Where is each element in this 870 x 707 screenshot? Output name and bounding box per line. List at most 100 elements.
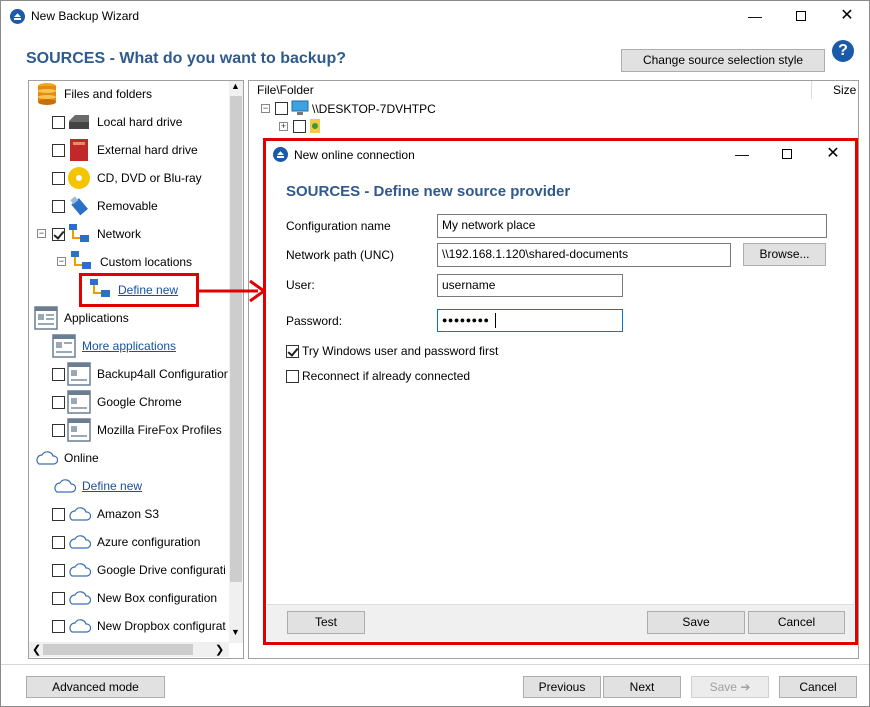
scroll-right-icon[interactable]: ❯	[215, 643, 224, 656]
app-firefox-icon	[67, 418, 91, 442]
computer-icon	[291, 100, 309, 115]
column-size[interactable]: Size	[833, 83, 856, 97]
footer-cancel-button[interactable]: Cancel	[779, 676, 857, 698]
config-name-input[interactable]: My network place	[437, 214, 827, 238]
expand-child[interactable]: +	[279, 122, 288, 131]
network-icon	[69, 224, 89, 242]
checkbox-s3[interactable]	[52, 508, 65, 521]
tree-chrome[interactable]: Google Chrome	[97, 395, 182, 409]
tree-azure[interactable]: Azure configuration	[97, 535, 200, 549]
network-path-input[interactable]: \\192.168.1.120\shared-documents	[437, 243, 731, 267]
root-computer[interactable]: \\DESKTOP-7DVHTPC	[312, 102, 436, 116]
maximize-icon[interactable]	[786, 6, 816, 26]
pointer-arrow-icon	[198, 279, 267, 303]
checkbox-external[interactable]	[52, 144, 65, 157]
checkbox-network[interactable]	[52, 228, 65, 241]
change-style-button[interactable]: Change source selection style	[621, 49, 825, 72]
dialog-minimize-icon[interactable]: —	[727, 144, 757, 164]
more-applications-icon	[52, 334, 76, 358]
tree-horizontal-thumb[interactable]	[43, 644, 193, 655]
password-label: Password:	[286, 314, 343, 328]
tree-custom-locations[interactable]: Custom locations	[100, 255, 192, 269]
checkbox-gdrive[interactable]	[52, 564, 65, 577]
scroll-up-icon[interactable]: ▲	[231, 81, 240, 91]
dialog-maximize-icon[interactable]	[772, 144, 802, 164]
tree-external[interactable]: External hard drive	[97, 143, 198, 157]
dialog-heading: SOURCES - Define new source provider	[286, 183, 571, 200]
tree-dropbox[interactable]: New Dropbox configurat	[97, 619, 226, 633]
user-folder-icon	[310, 119, 320, 133]
cloud-dropbox-icon	[69, 619, 91, 633]
tree-gdrive[interactable]: Google Drive configurati	[97, 563, 226, 577]
collapse-root[interactable]: −	[261, 104, 270, 113]
tree-box[interactable]: New Box configuration	[97, 591, 217, 605]
network-path-label: Network path (UNC)	[286, 248, 395, 262]
cloud-gdrive-icon	[69, 563, 91, 577]
checkbox-dropbox[interactable]	[52, 620, 65, 633]
checkbox-box[interactable]	[52, 592, 65, 605]
minimize-icon[interactable]: —	[740, 6, 770, 26]
footer-save-label: Save	[709, 680, 737, 694]
dialog-save-button[interactable]: Save	[647, 611, 745, 634]
advanced-mode-button[interactable]: Advanced mode	[26, 676, 165, 698]
checkbox-local[interactable]	[52, 116, 65, 129]
checkbox-backup4all[interactable]	[52, 368, 65, 381]
app-icon	[10, 9, 25, 24]
app-chrome-icon	[67, 390, 91, 414]
tree-backup4all[interactable]: Backup4all Configuration	[97, 367, 228, 381]
tree-s3[interactable]: Amazon S3	[97, 507, 159, 521]
close-icon[interactable]: ✕	[832, 6, 862, 26]
tree-firefox[interactable]: Mozilla FireFox Profiles	[97, 423, 222, 437]
cloud-box-icon	[69, 591, 91, 605]
checkbox-firefox[interactable]	[52, 424, 65, 437]
cloud-s3-icon	[69, 507, 91, 521]
user-label: User:	[286, 278, 315, 292]
collapse-custom[interactable]: −	[57, 257, 66, 266]
window-title: New Backup Wizard	[31, 9, 140, 23]
column-file-folder[interactable]: File\Folder	[257, 83, 314, 97]
tree-files-group: Files and folders	[64, 87, 153, 101]
help-icon[interactable]: ?	[832, 40, 854, 62]
next-button[interactable]: Next	[603, 676, 681, 698]
checkbox-cd[interactable]	[52, 172, 65, 185]
browse-button[interactable]: Browse...	[743, 243, 826, 266]
checkbox-removable[interactable]	[52, 200, 65, 213]
define-new-highlight	[79, 273, 199, 307]
scroll-left-icon[interactable]: ❮	[32, 643, 41, 656]
checkbox-child[interactable]	[293, 120, 306, 133]
previous-button[interactable]: Previous	[523, 676, 601, 698]
main-window: New Backup Wizard — ✕ SOURCES - What do …	[0, 0, 870, 707]
tree-removable[interactable]: Removable	[97, 199, 158, 213]
reconnect-label[interactable]: Reconnect if already connected	[302, 369, 470, 383]
database-icon	[38, 83, 56, 105]
text-caret	[495, 313, 496, 328]
checkbox-root[interactable]	[275, 102, 288, 115]
cloud-add-icon	[54, 479, 76, 493]
tree-network[interactable]: Network	[97, 227, 141, 241]
external-drive-icon	[70, 139, 88, 161]
disc-icon	[68, 167, 90, 189]
usb-icon	[70, 196, 88, 216]
tree-local[interactable]: Local hard drive	[97, 115, 182, 129]
dialog-cancel-button[interactable]: Cancel	[748, 611, 845, 634]
define-new-online-link[interactable]: Define new	[82, 479, 142, 493]
tree-vertical-thumb[interactable]	[230, 96, 242, 582]
dialog-close-icon[interactable]: ✕	[818, 144, 848, 164]
test-button[interactable]: Test	[287, 611, 365, 634]
scroll-down-icon[interactable]: ▼	[231, 627, 240, 637]
user-input[interactable]: username	[437, 274, 623, 297]
reconnect-checkbox[interactable]	[286, 370, 299, 383]
more-applications-link[interactable]: More applications	[82, 339, 176, 353]
footer-divider	[1, 664, 869, 665]
password-input[interactable]: ●●●●●●●●	[437, 309, 623, 332]
try-windows-checkbox[interactable]	[286, 345, 299, 358]
checkbox-chrome[interactable]	[52, 396, 65, 409]
tree-cd[interactable]: CD, DVD or Blu-ray	[97, 171, 202, 185]
tree-online-group: Online	[64, 451, 99, 465]
app-config-icon	[67, 362, 91, 386]
try-windows-label[interactable]: Try Windows user and password first	[302, 344, 498, 358]
collapse-network[interactable]: −	[37, 229, 46, 238]
checkbox-azure[interactable]	[52, 536, 65, 549]
hard-drive-icon	[69, 115, 89, 129]
save-arrow-icon: ➔	[740, 680, 751, 694]
